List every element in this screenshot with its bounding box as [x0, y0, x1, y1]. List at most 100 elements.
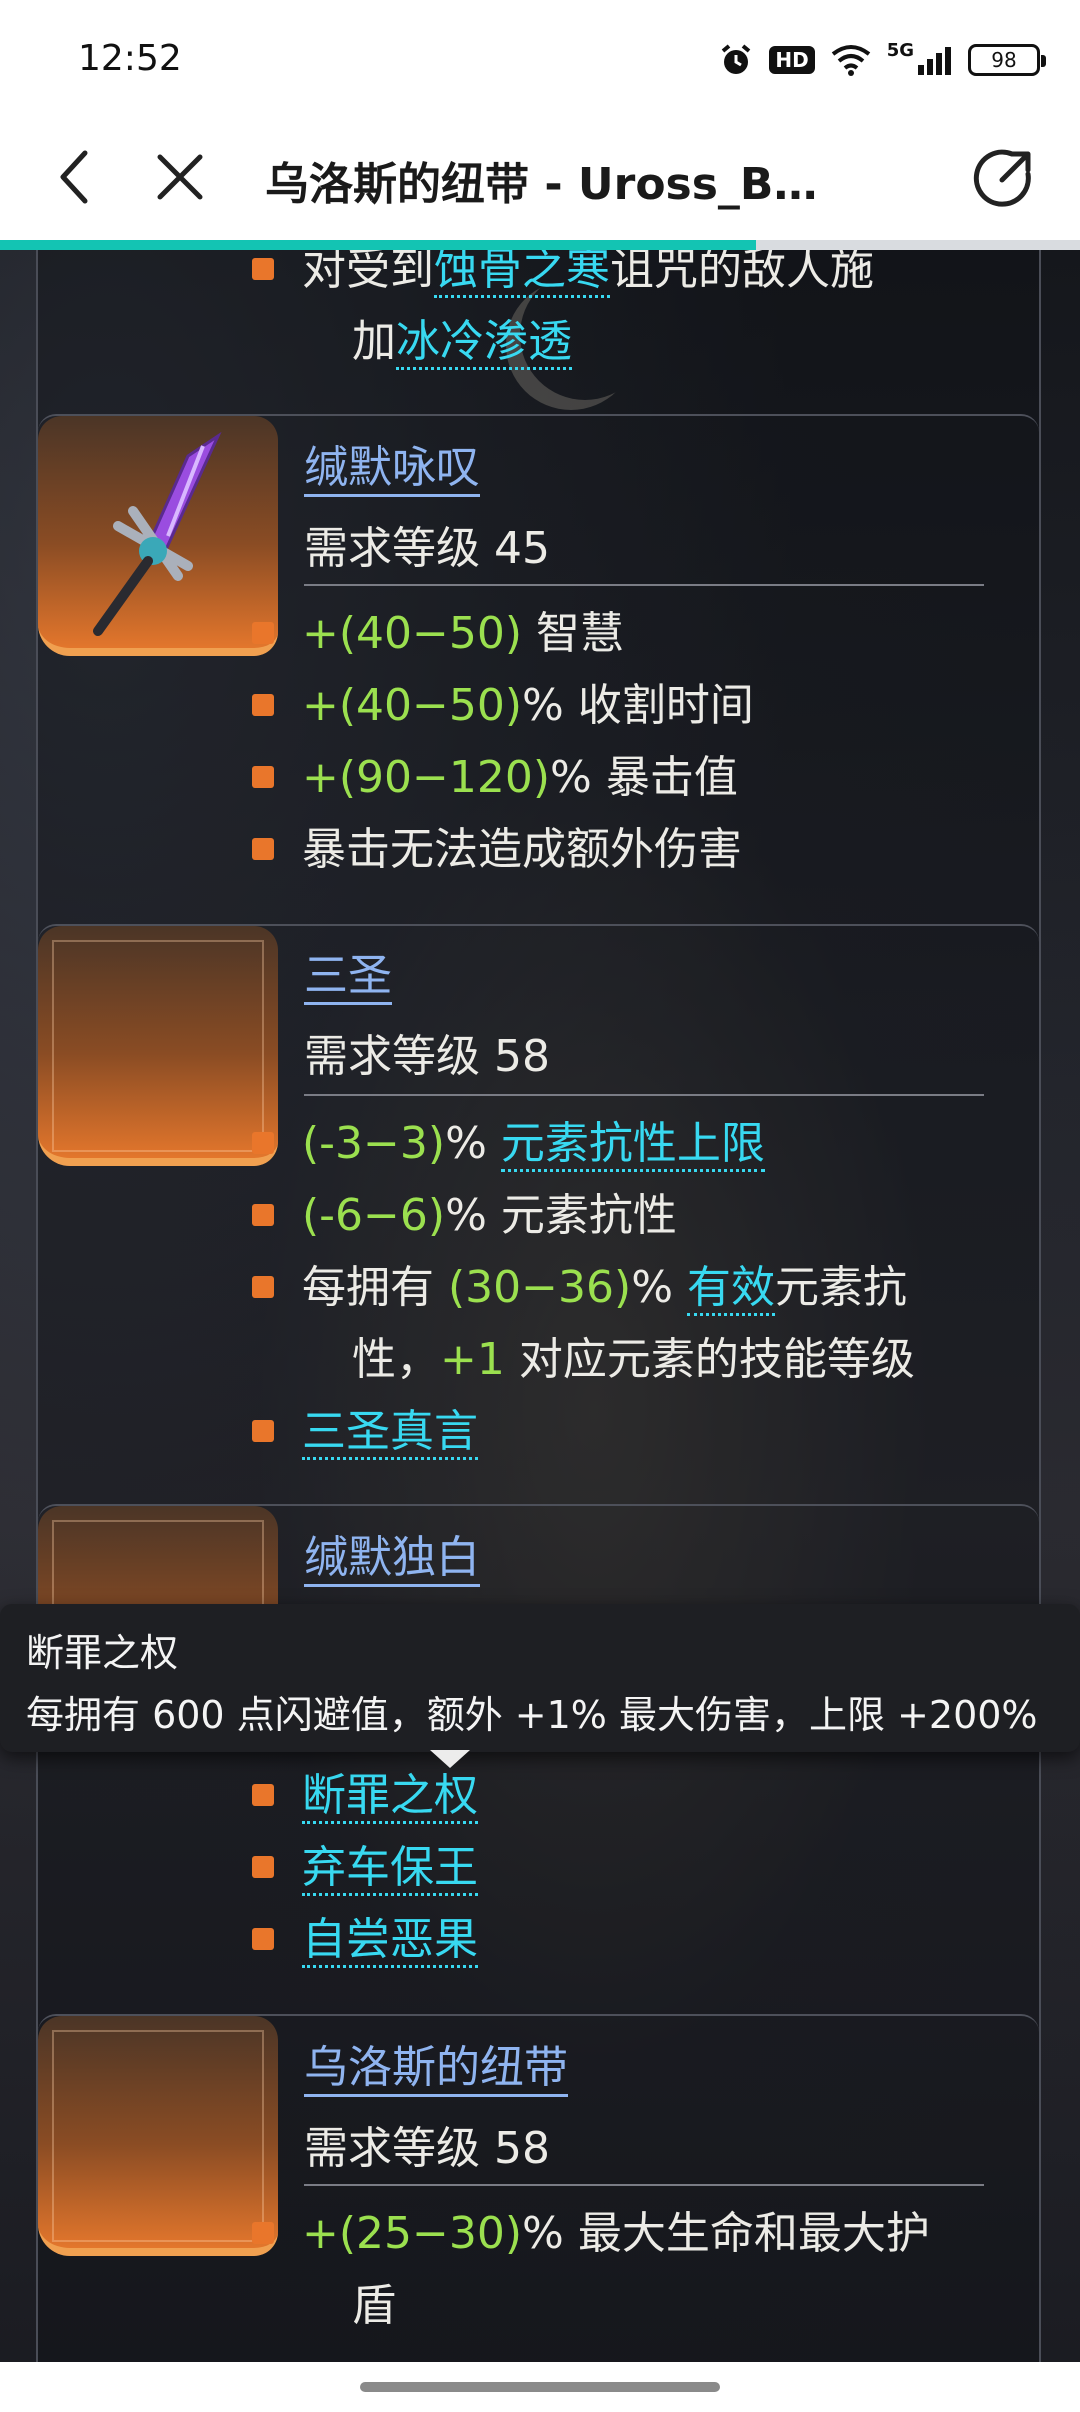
gesture-bar	[0, 2362, 1080, 2412]
bullet-icon	[252, 1276, 274, 1298]
link-effective[interactable]: 有效	[686, 1262, 775, 1316]
share-button[interactable]	[966, 140, 1042, 216]
link-taste-own-medicine[interactable]: 自尝恶果	[302, 1914, 478, 1968]
page-load-progress	[0, 240, 1080, 250]
close-icon	[157, 154, 203, 200]
value-range: +(40−50)	[302, 608, 523, 659]
thumbnail-frame	[52, 940, 264, 1152]
required-level: 需求等级 58	[304, 2123, 550, 2174]
purple-sword-icon	[93, 431, 222, 636]
list-item: 每拥有 (30−36)% 有效元素抗	[252, 1252, 907, 1324]
modifier-text: % 最大生命和最大护	[522, 2208, 930, 2259]
home-indicator[interactable]	[360, 2382, 720, 2392]
link-max-elemental-resistance[interactable]: 元素抗性上限	[500, 1118, 765, 1172]
list-item: +(90−120)% 暴击值	[252, 742, 738, 814]
bullet-icon	[252, 622, 274, 644]
bullet-icon	[252, 1132, 274, 1154]
bullet-icon	[252, 694, 274, 716]
required-level: 需求等级 58	[304, 1031, 550, 1082]
link-sacrifice-the-rook[interactable]: 弃车保王	[302, 1842, 478, 1896]
alarm-icon	[722, 44, 751, 74]
list-item: 自尝恶果	[252, 1904, 478, 1976]
value-range: (-3−3)	[302, 1118, 446, 1169]
back-arrow-icon	[60, 150, 88, 204]
tooltip-body: 每拥有 600 点闪避值，额外 +1% 最大伤害，上限 +200%	[26, 1693, 1038, 1737]
list-item: +(40−50)% 收割时间	[252, 670, 754, 742]
list-item: 三圣真言	[252, 1396, 478, 1468]
item-name-link[interactable]: 三圣	[304, 950, 392, 1005]
app-root: 12:52 HD 5G 98 乌洛斯的纽带 - Uross_B… 对受到蚀骨之寒…	[0, 0, 1080, 2412]
item-name-link[interactable]: 缄默独白	[304, 1532, 480, 1587]
list-item-continuation: 加冰冷渗透	[352, 306, 572, 378]
tooltip-title: 断罪之权	[26, 1631, 179, 1675]
required-level: 需求等级 45	[304, 523, 550, 574]
link-frostbite[interactable]: 蚀骨之寒	[434, 250, 610, 298]
thumbnail-frame	[52, 2030, 264, 2242]
item-thumbnail[interactable]	[38, 2016, 278, 2256]
list-item: +(40−50) 智慧	[252, 598, 625, 670]
list-item: 暴击无法造成额外伤害	[252, 814, 742, 886]
list-item-continuation: 性，+1 对应元素的技能等级	[352, 1324, 915, 1396]
modifier-text: % 收割时间	[522, 680, 754, 731]
modifier-text: 每拥有	[302, 1262, 448, 1313]
modifier-text: 性，	[352, 1334, 440, 1385]
web-content[interactable]: 对受到蚀骨之寒诅咒的敌人施 加冰冷渗透 缄默咏叹 需求等级 45 +(40−50…	[0, 250, 1080, 2362]
text: 对受到	[302, 250, 434, 295]
bullet-icon	[252, 766, 274, 788]
list-item: (-3−3)% 元素抗性上限	[252, 1108, 765, 1180]
list-item: (-6−6)% 元素抗性	[252, 1180, 677, 1252]
status-bar: 12:52 HD 5G 98	[0, 0, 1080, 118]
status-time: 12:52	[78, 38, 182, 79]
text: 加	[352, 316, 396, 367]
divider	[304, 2184, 984, 2186]
page-title: 乌洛斯的纽带 - Uross_B…	[265, 159, 818, 210]
modifier-text: 智慧	[522, 608, 625, 659]
modifier-text: %	[445, 1118, 501, 1169]
bullet-icon	[252, 1928, 274, 1950]
bullet-icon	[252, 1204, 274, 1226]
battery-indicator: 98	[968, 44, 1046, 76]
divider	[304, 584, 984, 586]
modifier-text: 暴击无法造成额外伤害	[302, 824, 742, 875]
bullet-icon	[252, 1784, 274, 1806]
close-button[interactable]	[145, 142, 215, 212]
item-name-link[interactable]: 乌洛斯的纽带	[304, 2042, 568, 2097]
item-name-link[interactable]: 缄默咏叹	[304, 442, 480, 497]
progress-fill	[0, 240, 756, 250]
modifier-text: %	[631, 1262, 687, 1313]
list-item: 对受到蚀骨之寒诅咒的敌人施	[252, 250, 874, 306]
tooltip: 断罪之权 每拥有 600 点闪避值，额外 +1% 最大伤害，上限 +200%	[0, 1604, 1080, 1752]
value-range: (-6−6)	[302, 1190, 446, 1241]
tooltip-arrow	[430, 1750, 470, 1768]
value-range: +(25−30)	[302, 2208, 523, 2259]
list-item-continuation: 盾	[352, 2270, 396, 2342]
back-button[interactable]	[40, 142, 110, 212]
item-thumbnail[interactable]	[38, 926, 278, 1166]
bullet-icon	[252, 838, 274, 860]
bullet-icon	[252, 1420, 274, 1442]
modifier-text: % 暴击值	[550, 752, 738, 803]
modifier-text: 对应元素的技能等级	[504, 1334, 915, 1385]
list-item: +(25−30)% 最大生命和最大护	[252, 2198, 930, 2270]
list-item: 断罪之权	[252, 1760, 478, 1832]
link-chill-infiltrate[interactable]: 冰冷渗透	[396, 316, 572, 370]
value-range: (30−36)	[448, 1262, 632, 1313]
bullet-icon	[252, 2222, 274, 2244]
bullet-icon	[252, 258, 274, 280]
item-card: 乌洛斯的纽带 需求等级 58	[38, 2014, 1039, 2362]
nav-bar: 乌洛斯的纽带 - Uross_B…	[0, 118, 1080, 240]
link-trinity-mantra[interactable]: 三圣真言	[302, 1406, 478, 1460]
modifier-text: % 元素抗性	[445, 1190, 677, 1241]
value-range: +(90−120)	[302, 752, 551, 803]
modifier-text: 盾	[352, 2280, 396, 2331]
text: 诅咒的敌人施	[610, 250, 874, 295]
link-right-of-condemnation[interactable]: 断罪之权	[302, 1770, 478, 1824]
modifier-text: 元素抗	[774, 1262, 907, 1313]
item-thumbnail[interactable]	[38, 416, 278, 656]
status-icons: HD 5G 98	[719, 40, 1046, 80]
battery-level: 98	[991, 48, 1017, 72]
signal-icon	[918, 47, 951, 75]
share-icon	[973, 149, 1031, 207]
bullet-icon	[252, 1856, 274, 1878]
value-range: +(40−50)	[302, 680, 523, 731]
